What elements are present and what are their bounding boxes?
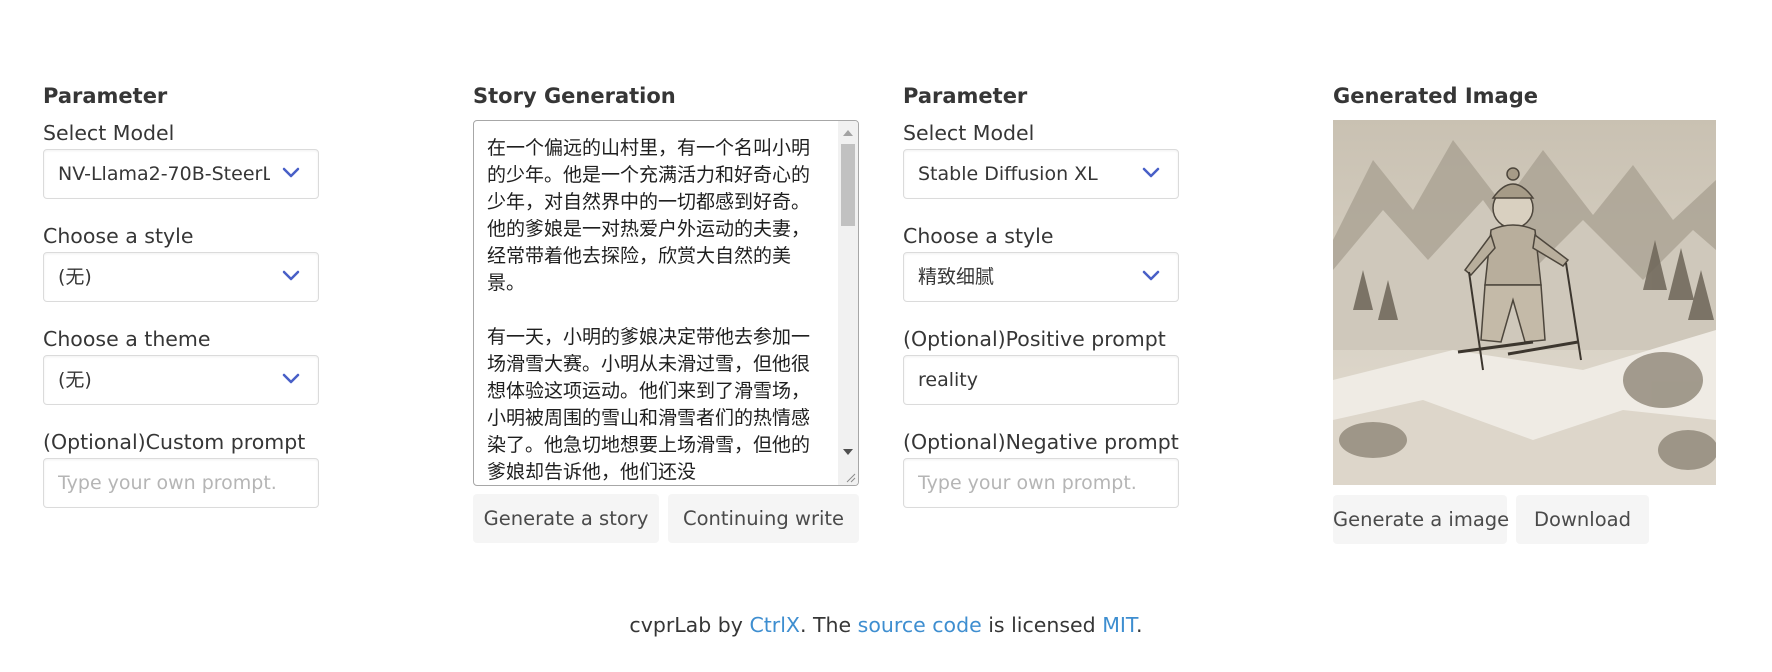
resize-grip-icon[interactable]	[844, 471, 856, 483]
negative-prompt-input[interactable]: Type your own prompt.	[903, 458, 1179, 508]
skier-illustration	[1333, 120, 1716, 485]
story-generation-panel: Story Generation 在一个偏远的山村里，有一个名叫小明的少年。他是…	[473, 81, 859, 543]
generated-image-panel: Generated Image Generate a image Downloa…	[1333, 81, 1733, 544]
story-theme-value: (无)	[58, 369, 92, 391]
image-style-value: 精致细腻	[918, 266, 995, 288]
source-code-link[interactable]: source code	[858, 613, 982, 637]
story-model-value: NV-Llama2-70B-SteerLM-Chat	[58, 163, 270, 185]
positive-prompt-input[interactable]: reality	[903, 355, 1179, 405]
panel-heading: Parameter	[43, 84, 168, 108]
chevron-down-icon	[282, 270, 300, 281]
negative-prompt-placeholder: Type your own prompt.	[918, 472, 1137, 494]
author-link[interactable]: CtrlX	[749, 613, 800, 637]
choose-style-label: Choose a style	[903, 224, 1054, 248]
scroll-down-arrow-icon[interactable]	[843, 449, 853, 455]
custom-prompt-label: (Optional)Custom prompt	[43, 430, 306, 454]
continue-write-button[interactable]: Continuing write	[668, 494, 859, 543]
footer-middle: . The	[799, 613, 858, 637]
chevron-down-icon	[282, 167, 300, 178]
panel-heading: Generated Image	[1333, 84, 1538, 108]
choose-theme-label: Choose a theme	[43, 327, 211, 351]
chevron-down-icon	[1142, 167, 1160, 178]
image-model-select[interactable]: Stable Diffusion XL	[903, 149, 1179, 199]
footer: cvprLab by CtrlX. The source code is lic…	[0, 610, 1772, 640]
positive-prompt-value: reality	[918, 369, 978, 391]
story-textarea[interactable]: 在一个偏远的山村里，有一个名叫小明的少年。他是一个充满活力和好奇心的少年，对自然…	[473, 120, 859, 486]
generate-image-button[interactable]: Generate a image	[1333, 495, 1509, 544]
panel-heading: Parameter	[903, 84, 1028, 108]
select-model-label: Select Model	[43, 121, 175, 145]
negative-prompt-label: (Optional)Negative prompt	[903, 430, 1179, 454]
story-style-value: (无)	[58, 266, 92, 288]
story-parameter-panel: Parameter Select Model NV-Llama2-70B-Ste…	[43, 81, 359, 508]
story-theme-select[interactable]: (无)	[43, 355, 319, 405]
scroll-up-arrow-icon[interactable]	[843, 130, 853, 136]
footer-end: .	[1136, 613, 1143, 637]
custom-prompt-input[interactable]: Type your own prompt.	[43, 458, 319, 508]
download-button[interactable]: Download	[1516, 495, 1649, 544]
footer-prefix: cvprLab by	[629, 613, 750, 637]
positive-prompt-label: (Optional)Positive prompt	[903, 327, 1166, 351]
generate-story-button[interactable]: Generate a story	[473, 494, 659, 543]
generated-image	[1333, 120, 1716, 485]
image-style-select[interactable]: 精致细腻	[903, 252, 1179, 302]
story-text: 在一个偏远的山村里，有一个名叫小明的少年。他是一个充满活力和好奇心的少年，对自然…	[487, 137, 811, 483]
license-link[interactable]: MIT	[1102, 613, 1136, 637]
image-parameter-panel: Parameter Select Model Stable Diffusion …	[903, 81, 1219, 508]
scrollbar-thumb[interactable]	[841, 144, 855, 226]
custom-prompt-placeholder: Type your own prompt.	[58, 472, 277, 494]
story-model-select[interactable]: NV-Llama2-70B-SteerLM-Chat	[43, 149, 319, 199]
chevron-down-icon	[1142, 270, 1160, 281]
chevron-down-icon	[282, 373, 300, 384]
choose-style-label: Choose a style	[43, 224, 194, 248]
story-style-select[interactable]: (无)	[43, 252, 319, 302]
panel-heading: Story Generation	[473, 84, 676, 108]
story-scrollbar[interactable]	[838, 121, 858, 485]
footer-license-text: is licensed	[981, 613, 1103, 637]
image-model-value: Stable Diffusion XL	[918, 163, 1098, 185]
select-model-label: Select Model	[903, 121, 1035, 145]
